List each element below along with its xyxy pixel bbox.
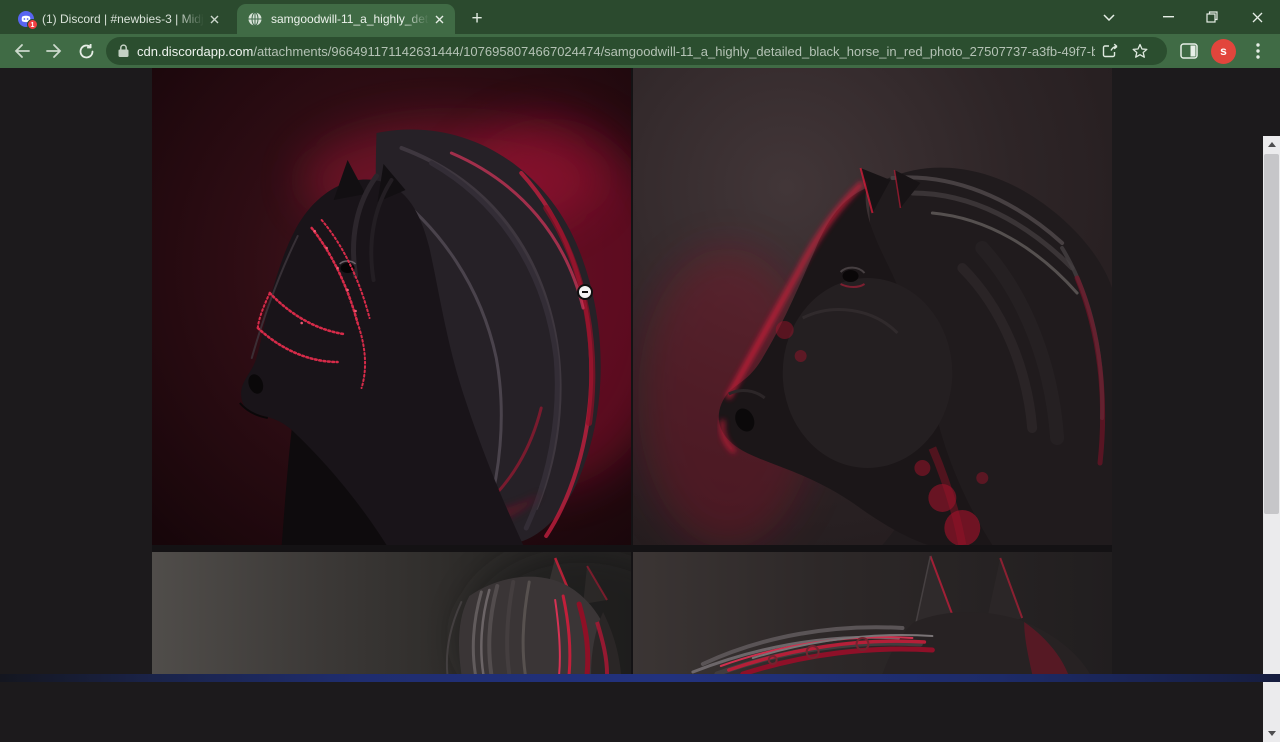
window-controls (1088, 0, 1280, 34)
taskbar-edge (0, 674, 1280, 682)
image-quadrant-bottom-right (633, 552, 1112, 674)
globe-icon (247, 11, 263, 27)
restore-button[interactable] (1190, 0, 1234, 34)
tab-discord[interactable]: 1 (1) Discord | #newbies-3 | Midjou (8, 4, 230, 34)
scrollbar[interactable] (1263, 136, 1280, 742)
scrollbar-thumb[interactable] (1264, 154, 1279, 514)
tab-title: (1) Discord | #newbies-3 | Midjou (42, 11, 204, 27)
tab-strip: 1 (1) Discord | #newbies-3 | Midjou samg… (0, 0, 1280, 34)
address-bar[interactable]: cdn.discordapp.com/attachments/966491171… (106, 37, 1167, 65)
image-quadrant-top-right (633, 68, 1112, 545)
menu-kebab-icon[interactable] (1242, 35, 1274, 67)
reload-icon[interactable] (70, 35, 102, 67)
url-path: /attachments/966491171142631444/10769580… (253, 44, 1095, 59)
scrollbar-down-icon[interactable] (1263, 725, 1280, 742)
tab-search-chevron-icon[interactable] (1088, 0, 1130, 34)
scrollbar-up-icon[interactable] (1263, 136, 1280, 153)
share-icon[interactable] (1095, 37, 1125, 65)
back-icon[interactable] (6, 35, 38, 67)
close-button[interactable] (1234, 0, 1280, 34)
discord-icon: 1 (18, 11, 34, 27)
zoom-out-cursor-icon (577, 284, 593, 300)
new-tab-button[interactable]: + (463, 5, 491, 33)
page-content (0, 68, 1280, 674)
image-quadrant-top-left (152, 68, 631, 545)
bookmark-star-icon[interactable] (1125, 37, 1155, 65)
tab-close-icon[interactable] (206, 11, 222, 27)
tab-close-icon[interactable] (431, 11, 447, 27)
lock-icon (118, 44, 129, 58)
minimize-button[interactable] (1146, 0, 1190, 34)
profile-avatar[interactable]: s (1211, 39, 1236, 64)
tab-title: samgoodwill-11_a_highly_detaile (271, 11, 429, 27)
url-domain: cdn.discordapp.com (137, 44, 253, 59)
tab-image[interactable]: samgoodwill-11_a_highly_detaile (237, 4, 455, 34)
notification-badge: 1 (27, 19, 38, 30)
url-text: cdn.discordapp.com/attachments/966491171… (137, 44, 1095, 59)
side-panel-icon[interactable] (1173, 35, 1205, 67)
horse-image-grid[interactable] (152, 68, 1112, 674)
forward-icon[interactable] (38, 35, 70, 67)
image-quadrant-bottom-left (152, 552, 631, 674)
toolbar: cdn.discordapp.com/attachments/966491171… (0, 34, 1280, 68)
